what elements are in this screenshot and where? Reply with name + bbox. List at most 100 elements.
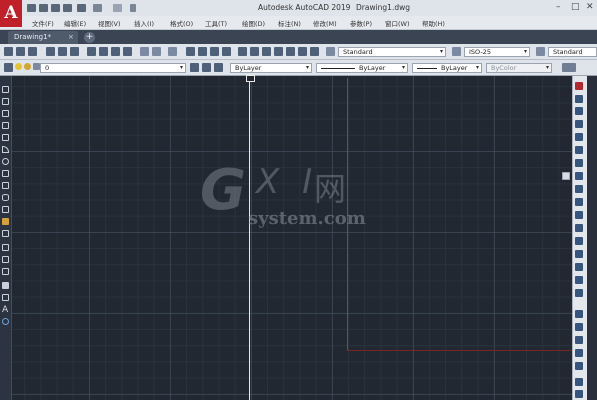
undo-icon[interactable] [152,47,161,56]
mirror-icon[interactable] [575,107,583,115]
linetype-select[interactable]: ByLayer ▾ [316,63,408,73]
block-editor-icon[interactable] [140,47,149,56]
menu-dimension[interactable]: 标注(N) [278,18,301,28]
circle-icon[interactable] [2,158,9,165]
scale-icon[interactable] [575,172,583,180]
zoom-window-icon[interactable] [210,47,219,56]
fillet-icon[interactable] [575,263,583,271]
autocad-logo-icon[interactable]: A [0,0,22,27]
drawing-canvas[interactable] [11,76,572,400]
redo-icon[interactable] [113,4,122,12]
dim-style-select[interactable]: ISO-25 ▾ [464,47,530,57]
properties-icon[interactable] [238,47,247,56]
chevron-down-icon[interactable] [130,4,136,12]
break-icon[interactable] [575,224,583,232]
copy-icon[interactable] [99,47,108,56]
multiline-text-icon[interactable]: A [2,305,8,315]
draw-order-icon[interactable] [575,310,583,318]
lineweight-select[interactable]: ByLayer ▾ [412,63,482,73]
polygon-icon[interactable] [2,122,9,129]
match-properties-icon[interactable] [123,47,132,56]
menu-parametric[interactable]: 参数(P) [350,18,372,28]
ellipse-arc-icon[interactable] [2,206,9,213]
layer-manager-icon[interactable] [4,63,13,72]
layer-previous-icon[interactable] [202,63,211,72]
offset-icon[interactable] [575,120,583,128]
construction-line-icon[interactable] [2,98,9,105]
tab-close-icon[interactable]: × [68,31,74,44]
menu-draw[interactable]: 绘图(D) [242,18,265,28]
paste-icon[interactable] [111,47,120,56]
redo-icon[interactable] [168,47,177,56]
gradient-icon[interactable] [2,268,9,275]
print-icon[interactable] [46,47,55,56]
join-icon[interactable] [575,237,583,245]
insert-block-icon[interactable] [2,218,9,225]
revision-cloud-icon[interactable] [2,170,9,177]
table-icon[interactable] [2,294,9,301]
undo-icon[interactable] [93,4,102,12]
rectangle-icon[interactable] [2,134,9,141]
plot-icon[interactable] [77,4,86,12]
zoom-realtime-icon[interactable] [198,47,207,56]
add-selected-icon[interactable] [2,318,9,325]
point-icon[interactable] [2,244,9,251]
quick-calc-icon[interactable] [298,47,307,56]
design-center-icon[interactable] [250,47,259,56]
move-icon[interactable] [575,146,583,154]
minimize-button[interactable]: – [556,2,561,12]
toolbar-grip-handle[interactable] [562,172,570,180]
dim-toolbar-icon[interactable] [562,63,576,72]
region-icon[interactable] [2,282,9,289]
table-style-select[interactable]: Standard [548,47,597,57]
menu-edit[interactable]: 编辑(E) [64,18,86,28]
make-block-icon[interactable] [2,230,9,237]
extend-icon[interactable] [575,211,583,219]
send-to-back-icon[interactable] [575,336,583,344]
vertical-scrollbar[interactable] [587,76,597,400]
close-button[interactable]: ✕ [586,2,594,12]
layer-state-icon[interactable] [214,63,223,72]
stretch-icon[interactable] [575,185,583,193]
pan-icon[interactable] [186,47,195,56]
bring-above-icon[interactable] [575,349,583,357]
menu-tools[interactable]: 工具(T) [205,18,227,28]
plot-style-select[interactable]: ByColor ▾ [486,63,552,73]
rotate-icon[interactable] [575,159,583,167]
send-under-icon[interactable] [575,362,583,370]
zoom-previous-icon[interactable] [222,47,231,56]
ellipse-icon[interactable] [2,194,9,201]
menu-window[interactable]: 窗口(W) [385,18,410,28]
line-icon[interactable] [2,86,9,93]
new-icon[interactable] [27,4,36,12]
explode-icon[interactable] [575,289,583,297]
erase-icon[interactable] [575,82,583,90]
array-icon[interactable] [575,133,583,141]
spline-icon[interactable] [2,182,9,189]
cut-icon[interactable] [87,47,96,56]
save-icon[interactable] [51,4,60,12]
menu-insert[interactable]: 插入(I) [134,18,154,28]
help-icon[interactable] [310,47,319,56]
text-front-icon[interactable] [575,378,583,386]
open-file-icon[interactable] [16,47,25,56]
new-tab-button[interactable]: + [84,32,95,43]
menu-format[interactable]: 格式(O) [170,18,193,28]
color-select[interactable]: ByLayer ▾ [230,63,312,73]
preview-icon[interactable] [58,47,67,56]
hatch-back-icon[interactable] [575,390,583,398]
trim-icon[interactable] [575,198,583,206]
new-file-icon[interactable] [4,47,13,56]
maximize-button[interactable]: □ [571,2,580,12]
publish-icon[interactable] [70,47,79,56]
text-style-select[interactable]: Standard ▾ [338,47,446,57]
polyline-icon[interactable] [2,110,9,117]
make-current-layer-icon[interactable] [190,63,199,72]
save-file-icon[interactable] [28,47,37,56]
chamfer-icon[interactable] [575,250,583,258]
tool-palettes-icon[interactable] [262,47,271,56]
menu-file[interactable]: 文件(F) [32,18,54,28]
menu-help[interactable]: 帮助(H) [422,18,445,28]
layer-select[interactable]: 0 ▾ [40,63,186,73]
menu-modify[interactable]: 修改(M) [313,18,337,28]
